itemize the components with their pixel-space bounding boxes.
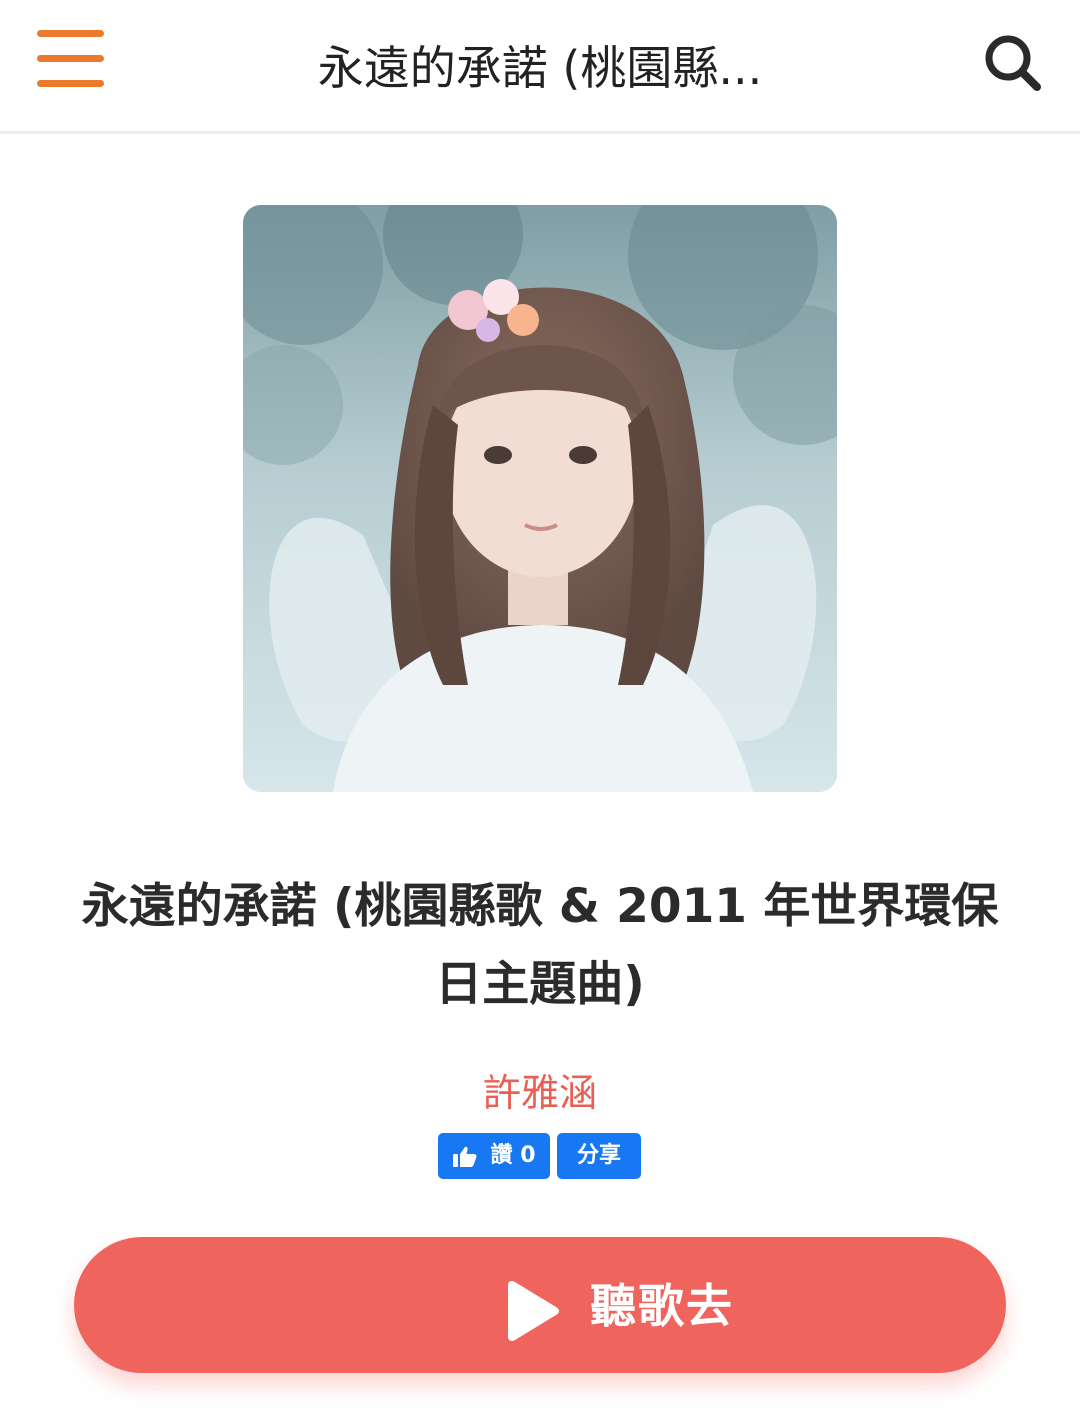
thumbs-up-icon bbox=[453, 1146, 477, 1167]
song-page: 永遠的承諾 (桃園縣... 永遠的承諾 (桃園縣歌 & 2011 年世界環保日主… bbox=[0, 0, 1080, 1415]
listen-button-label: 聽歌去 bbox=[590, 1279, 734, 1333]
song-title: 永遠的承諾 (桃園縣歌 & 2011 年世界環保日主題曲) bbox=[81, 879, 999, 1012]
artist-link[interactable]: 許雅涵 bbox=[340, 1066, 740, 1120]
facebook-share-button[interactable]: 分享 bbox=[557, 1133, 641, 1179]
facebook-like-button[interactable]: 讚 0 bbox=[438, 1133, 550, 1179]
top-app-bar: 永遠的承諾 (桃園縣... bbox=[0, 0, 1080, 134]
album-cover-image bbox=[243, 205, 837, 792]
like-count: 0 bbox=[520, 1143, 536, 1168]
page-title: 永遠的承諾 (桃園縣... bbox=[317, 41, 763, 95]
listen-button[interactable]: 聽歌去 bbox=[74, 1237, 1006, 1373]
hamburger-menu-icon[interactable] bbox=[30, 22, 112, 98]
search-icon[interactable] bbox=[975, 26, 1051, 102]
like-label: 讚 bbox=[490, 1143, 513, 1168]
play-icon bbox=[508, 1281, 559, 1341]
